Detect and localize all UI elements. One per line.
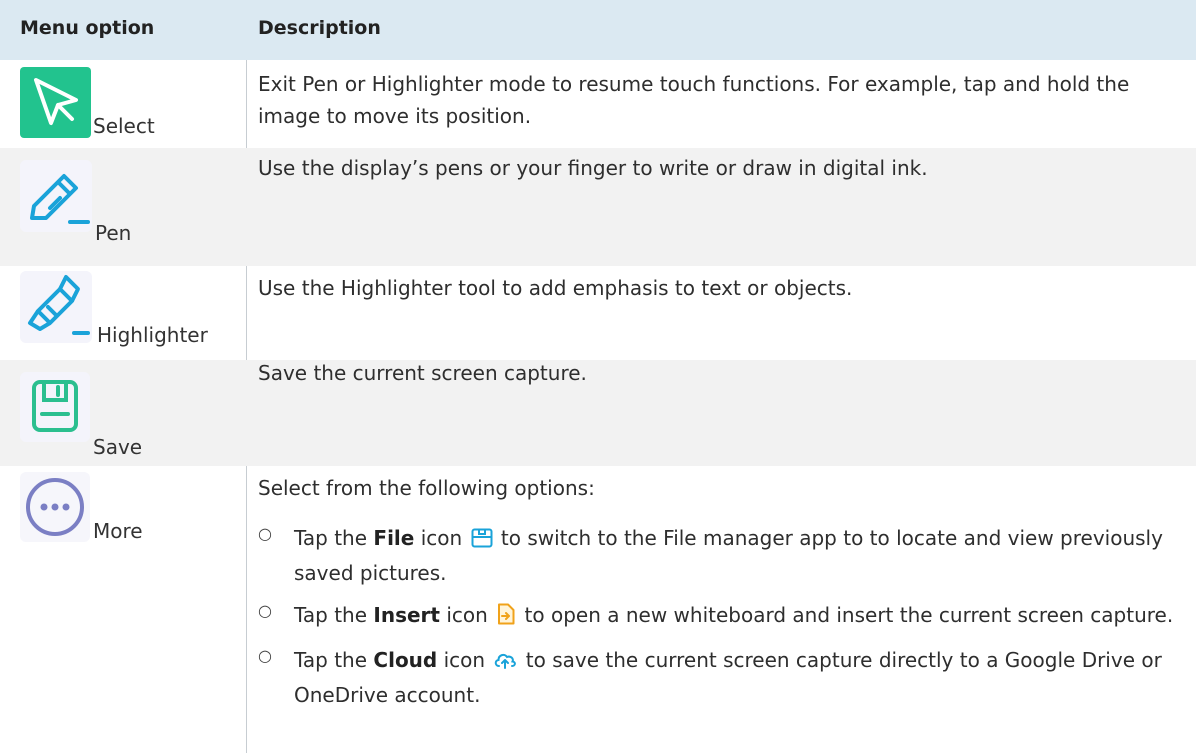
- list-item: ○ Tap the Insert icon to open a new whit…: [258, 599, 1178, 634]
- list-item: ○ Tap the Cloud icon to save the current…: [258, 644, 1178, 711]
- cursor-arrow-icon: [20, 67, 91, 138]
- list-item: ○ Tap the File icon to switch to the Fil…: [258, 522, 1178, 589]
- header-menu-option: Menu option: [20, 17, 155, 39]
- floppy-disk-icon: [20, 372, 90, 442]
- table-row: Pen Use the display’s pens or your finge…: [0, 148, 1196, 266]
- file-label: File: [373, 526, 415, 550]
- table-row: Save Save the current screen capture.: [0, 360, 1196, 466]
- insert-icon: [496, 602, 516, 634]
- bullet-marker: ○: [258, 646, 272, 665]
- bullet-marker: ○: [258, 524, 272, 543]
- menu-options-table: Menu option Description Select Exit Pen …: [0, 0, 1196, 753]
- file-save-icon: [471, 525, 493, 557]
- header-description: Description: [258, 17, 381, 39]
- table-header: Menu option Description: [0, 0, 1196, 60]
- description-more: Select from the following options:: [258, 476, 595, 500]
- description-select: Exit Pen or Highlighter mode to resume t…: [258, 72, 1130, 128]
- cloud-upload-icon: [493, 647, 517, 679]
- table-row: More Select from the following options: …: [0, 466, 1196, 753]
- option-label-save: Save: [93, 435, 143, 459]
- pen-icon: [20, 160, 92, 232]
- bullet-marker: ○: [258, 601, 272, 620]
- option-label-highlighter: Highlighter: [97, 323, 208, 347]
- description-pen: Use the display’s pens or your finger to…: [258, 156, 928, 180]
- highlighter-icon: [20, 271, 92, 343]
- option-label-pen: Pen: [95, 221, 132, 245]
- description-save: Save the current screen capture.: [258, 361, 587, 385]
- more-options-list: ○ Tap the File icon to switch to the Fil…: [258, 522, 1178, 721]
- description-highlighter: Use the Highlighter tool to add emphasis…: [258, 276, 853, 300]
- table-row: Select Exit Pen or Highlighter mode to r…: [0, 60, 1196, 148]
- table-row: Highlighter Use the Highlighter tool to …: [0, 266, 1196, 354]
- option-label-select: Select: [93, 114, 155, 138]
- option-label-more: More: [93, 519, 143, 543]
- more-dots-icon: [20, 472, 90, 542]
- cloud-label: Cloud: [373, 648, 438, 672]
- insert-label: Insert: [373, 603, 440, 627]
